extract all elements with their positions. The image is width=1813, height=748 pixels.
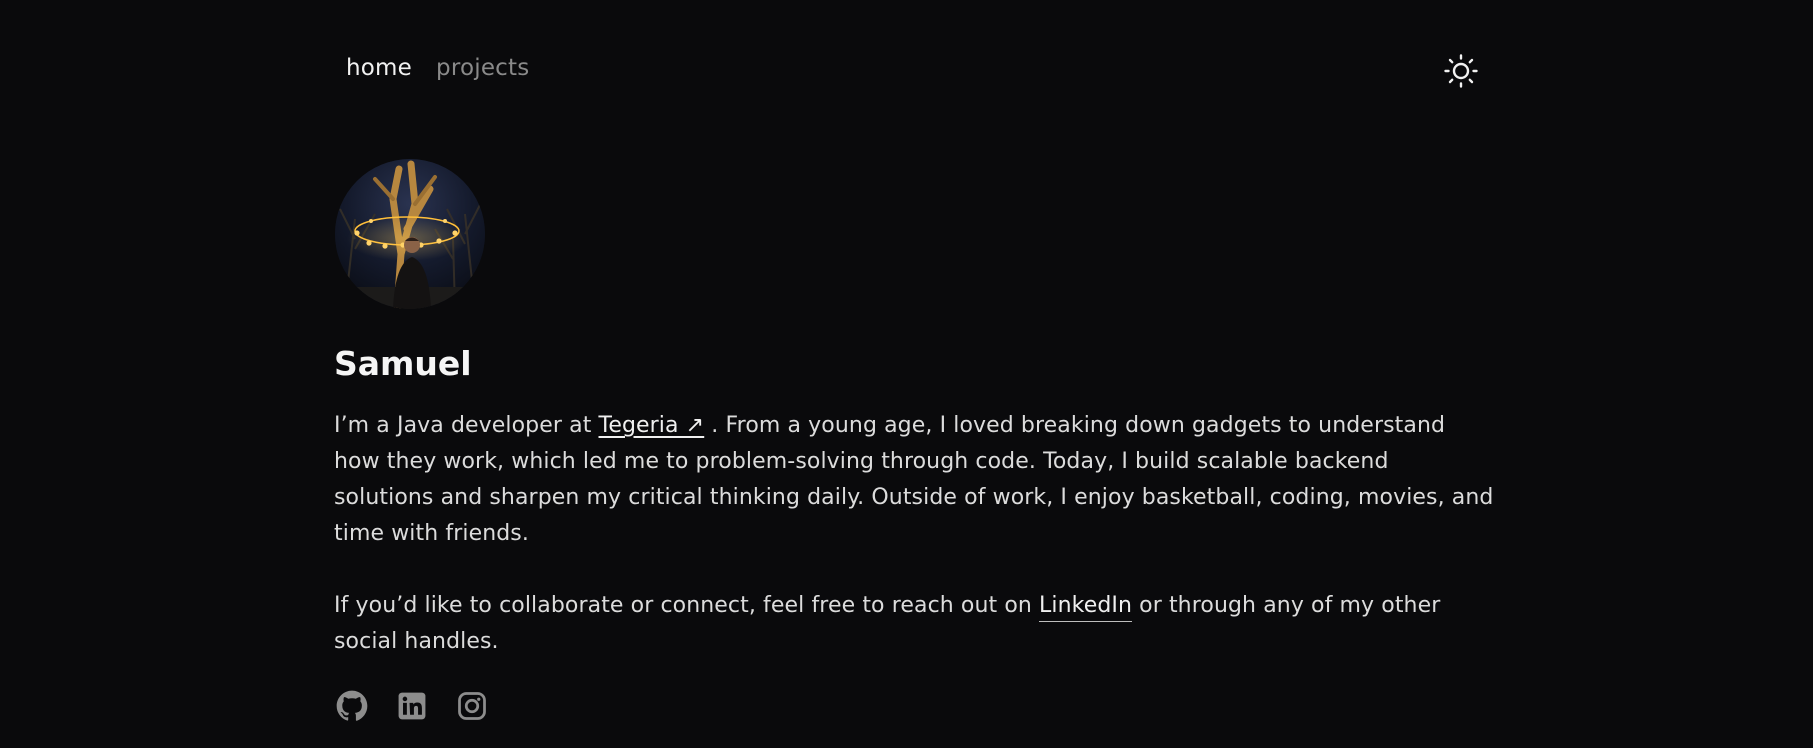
linkedin-icon xyxy=(398,692,426,720)
bio-paragraph-1: I’m a Java developer at Tegeria ↗ . From… xyxy=(334,408,1494,552)
instagram-link[interactable] xyxy=(456,690,488,722)
avatar xyxy=(335,159,485,309)
bio-p2-text-start: If you’d like to collaborate or connect,… xyxy=(334,593,1040,618)
nav-home-link[interactable]: home xyxy=(334,55,412,81)
page: home projects Samuel I’m a Java develope… xyxy=(0,0,1813,748)
linkedin-text-link[interactable]: LinkedIn xyxy=(1039,593,1133,622)
tegeria-link[interactable]: Tegeria ↗ xyxy=(599,413,705,438)
github-icon xyxy=(336,690,368,721)
sun-icon xyxy=(1444,54,1478,88)
social-links xyxy=(336,690,488,722)
linkedin-link[interactable] xyxy=(396,690,428,722)
profile-name: Samuel xyxy=(334,344,472,383)
github-link[interactable] xyxy=(336,690,368,722)
nav-projects-link[interactable]: projects xyxy=(436,55,529,81)
bio-p1-text-start: I’m a Java developer at xyxy=(334,413,599,438)
bio-paragraph-2: If you’d like to collaborate or connect,… xyxy=(334,588,1494,660)
theme-toggle-button[interactable] xyxy=(1443,53,1479,89)
instagram-icon xyxy=(458,692,486,720)
profile-photo xyxy=(335,159,485,309)
bio-section: Samuel I’m a Java developer at Tegeria ↗… xyxy=(334,340,1494,660)
main-nav: home projects xyxy=(334,55,529,81)
